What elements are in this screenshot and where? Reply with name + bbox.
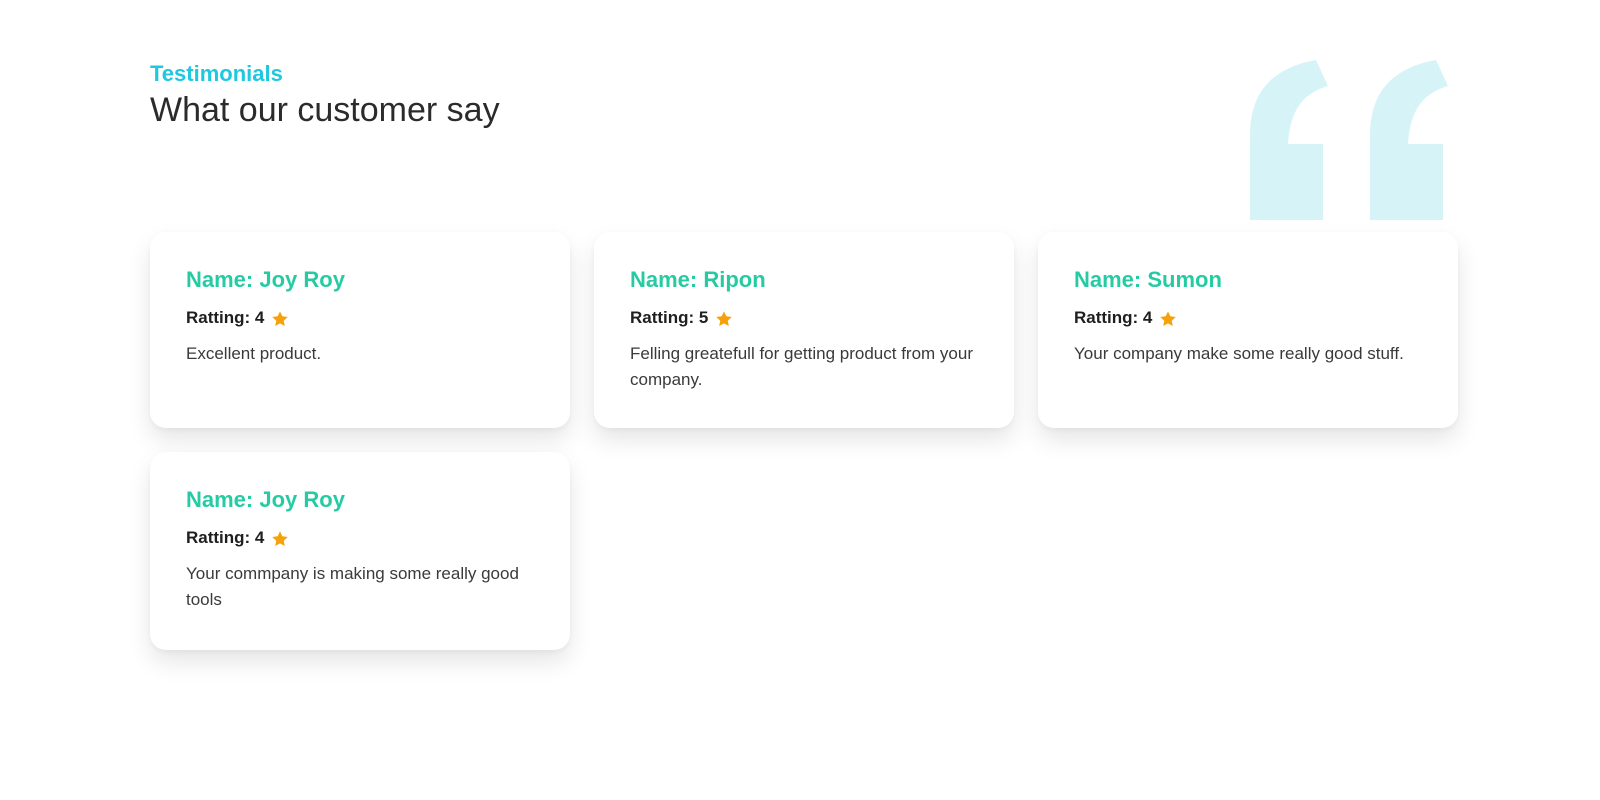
testimonial-name: Name: Sumon [1074,267,1222,292]
testimonial-text: Your company make some really good stuff… [1074,344,1404,363]
testimonial-card: Name: Joy Roy Ratting: 4 Excellent produ… [150,232,570,428]
star-icon [272,531,289,547]
quote-mark-icon [1250,60,1448,220]
star-icon [716,311,733,327]
rating-label: Ratting: 4 [1074,308,1153,327]
testimonial-text: Felling greatefull for getting product f… [630,344,974,389]
testimonial-name: Name: Joy Roy [186,487,345,512]
testimonial-text: Your commpany is making some really good… [186,564,519,609]
testimonial-name: Name: Joy Roy [186,267,345,292]
rating-label: Ratting: 4 [186,308,265,327]
testimonial-rating: Ratting: 5 [630,307,978,329]
testimonial-rating: Ratting: 4 [186,527,534,549]
star-icon [272,311,289,327]
testimonial-card: Name: Joy Roy Ratting: 4 Your commpany i… [150,452,570,650]
testimonial-card: Name: Sumon Ratting: 4 Your company make… [1038,232,1458,428]
testimonial-name: Name: Ripon [630,267,766,292]
section-title: What our customer say [150,91,500,129]
section-eyebrow: Testimonials [150,61,283,86]
testimonial-text: Excellent product. [186,344,322,363]
star-icon [1160,311,1177,327]
testimonial-card: Name: Ripon Ratting: 5 Felling greateful… [594,232,1014,428]
testimonials-section: Testimonials What our customer say Name:… [150,0,1460,800]
testimonial-rating: Ratting: 4 [186,307,534,329]
rating-label: Ratting: 4 [186,528,265,547]
rating-label: Ratting: 5 [630,308,709,327]
testimonial-rating: Ratting: 4 [1074,307,1422,329]
